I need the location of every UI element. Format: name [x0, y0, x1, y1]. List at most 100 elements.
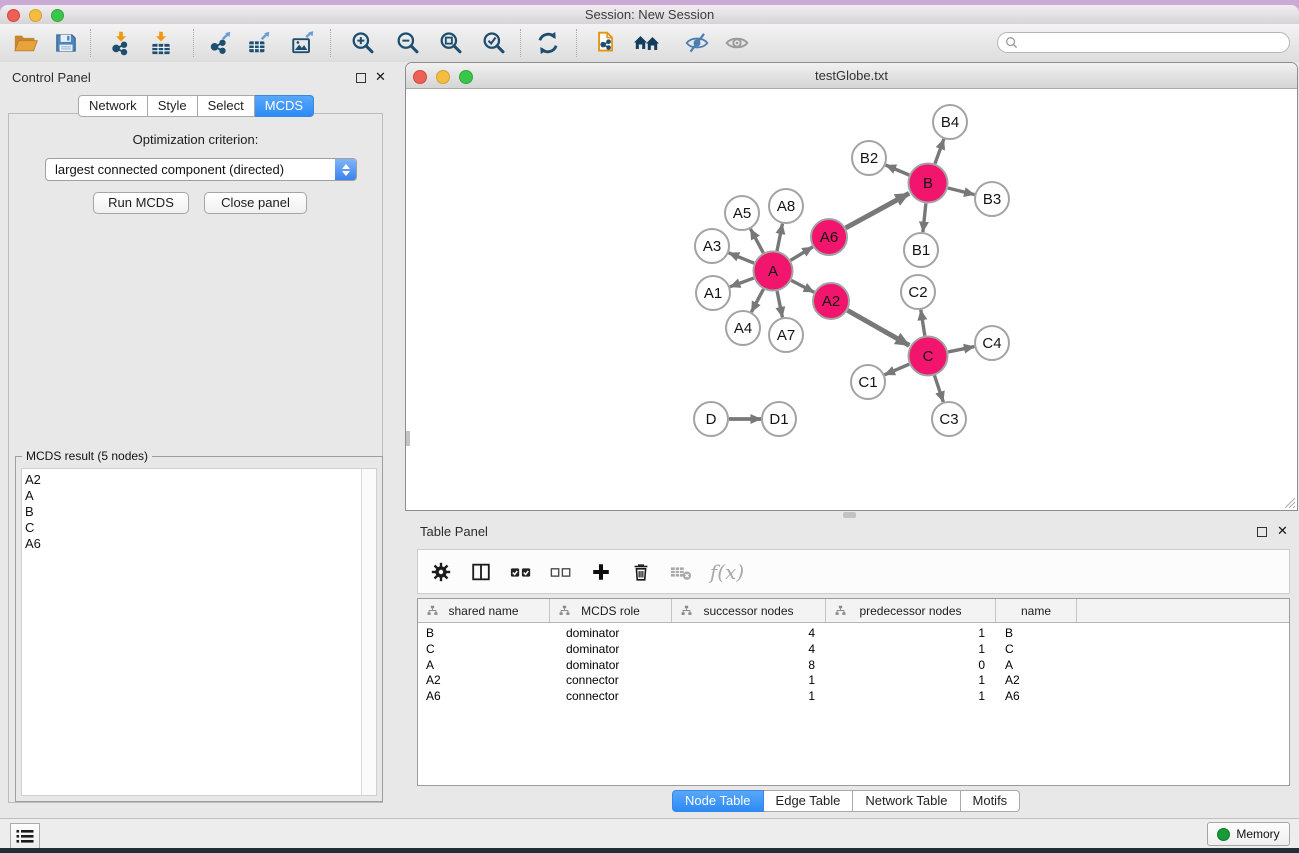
select-columns-button[interactable]	[468, 557, 494, 587]
zoom-fit-button[interactable]	[434, 26, 468, 60]
graph-edge-A6-B[interactable]	[846, 193, 909, 228]
graph-edge-B-B2[interactable]	[886, 165, 910, 175]
table-row-a2[interactable]: A2connector11A2	[418, 673, 1289, 689]
graph-edge-C-C1[interactable]	[885, 364, 910, 375]
cell[interactable]: 4	[672, 642, 826, 658]
column-header-predecessor-nodes[interactable]: predecessor nodes	[826, 599, 996, 622]
cell[interactable]: 1	[672, 689, 826, 705]
cell[interactable]: A6	[996, 689, 1077, 705]
cell[interactable]: A2	[996, 673, 1077, 689]
cell[interactable]: 8	[672, 658, 826, 674]
column-header-shared-name[interactable]: shared name	[418, 599, 550, 622]
graph-edge-A-A1[interactable]	[730, 278, 754, 287]
graph-edge-B-B1[interactable]	[923, 203, 926, 232]
table-row-c[interactable]: Cdominator41C	[418, 642, 1289, 658]
graph-edge-A-A2[interactable]	[791, 280, 814, 292]
cell[interactable]: 1	[672, 673, 826, 689]
cell[interactable]: 1	[826, 642, 996, 658]
column-header-successor-nodes[interactable]: successor nodes	[672, 599, 826, 622]
tab-network[interactable]: Network	[78, 95, 148, 117]
first-neighbors-button[interactable]	[630, 26, 664, 60]
graph-edge-C-C3[interactable]	[934, 375, 943, 401]
optimization-criterion-select[interactable]: largest connected component (directed)	[45, 158, 357, 181]
network-window-titlebar[interactable]: testGlobe.txt	[406, 63, 1297, 89]
column-header-name[interactable]: name	[996, 599, 1077, 622]
function-builder-button[interactable]: f(x)	[708, 557, 746, 587]
zoom-out-button[interactable]	[391, 26, 425, 60]
cell[interactable]: C	[418, 642, 550, 658]
export-image-button[interactable]	[286, 26, 320, 60]
cell[interactable]: dominator	[550, 658, 672, 674]
resize-grip-icon[interactable]	[1282, 495, 1296, 509]
run-mcds-button[interactable]: Run MCDS	[93, 192, 189, 214]
cell[interactable]: B	[418, 626, 550, 642]
graph-edge-A-A3[interactable]	[729, 253, 754, 263]
tab-style[interactable]: Style	[148, 95, 198, 117]
mcds-result-item-c[interactable]: C	[22, 520, 376, 536]
cell[interactable]: dominator	[550, 626, 672, 642]
table-settings-button[interactable]	[428, 557, 454, 587]
cell[interactable]: connector	[550, 689, 672, 705]
cell[interactable]: A	[418, 658, 550, 674]
cell[interactable]: A6	[418, 689, 550, 705]
open-session-button[interactable]	[8, 26, 42, 60]
table-row-a6[interactable]: A6connector11A6	[418, 689, 1289, 705]
table-tab-network-table[interactable]: Network Table	[853, 790, 960, 812]
cell[interactable]: 1	[826, 673, 996, 689]
import-table-button[interactable]	[144, 26, 178, 60]
close-panel-button[interactable]: Close panel	[204, 192, 307, 214]
cell[interactable]: A2	[418, 673, 550, 689]
graph-edge-B-B4[interactable]	[935, 139, 944, 164]
deselect-all-rows-button[interactable]	[548, 557, 574, 587]
delete-table-button[interactable]	[668, 557, 694, 587]
tab-mcds[interactable]: MCDS	[255, 95, 314, 117]
export-table-button[interactable]	[242, 26, 276, 60]
export-network-button[interactable]	[203, 26, 237, 60]
vertical-scrollbar-thumb[interactable]	[406, 431, 410, 446]
mcds-result-item-a2[interactable]: A2	[22, 472, 376, 488]
zoom-in-button[interactable]	[346, 26, 380, 60]
graph-edge-A2-C[interactable]	[848, 310, 910, 345]
graph-edge-B-B3[interactable]	[948, 188, 975, 195]
cell[interactable]: C	[996, 642, 1077, 658]
task-history-button[interactable]	[10, 823, 40, 848]
select-all-rows-button[interactable]	[508, 557, 534, 587]
cell[interactable]: 1	[826, 689, 996, 705]
mcds-result-item-a6[interactable]: A6	[22, 536, 376, 552]
new-network-from-selection-button[interactable]	[588, 26, 622, 60]
search-input[interactable]	[997, 32, 1290, 53]
graph-edge-A-A8[interactable]	[777, 224, 782, 251]
show-hide-graphics-details-button[interactable]	[680, 26, 714, 60]
graph-edge-A-A6[interactable]	[791, 247, 813, 261]
cell[interactable]: 1	[826, 626, 996, 642]
zoom-selected-button[interactable]	[477, 26, 511, 60]
table-row-a[interactable]: Adominator80A	[418, 658, 1289, 674]
import-network-button[interactable]	[104, 26, 138, 60]
tab-select[interactable]: Select	[198, 95, 255, 117]
table-tab-node-table[interactable]: Node Table	[672, 790, 764, 812]
float-table-panel-icon[interactable]	[1257, 527, 1267, 537]
float-panel-icon[interactable]	[356, 73, 366, 83]
cell[interactable]: A	[996, 658, 1077, 674]
result-scrollbar[interactable]	[361, 469, 376, 795]
cell[interactable]: dominator	[550, 642, 672, 658]
close-panel-icon[interactable]: ✕	[375, 72, 386, 82]
mcds-result-list[interactable]: A2ABCA6	[21, 468, 377, 796]
network-canvas[interactable]: B4B2BB3A5A8A6A3B1AC2A1A2A4A7C4CC1C3DD1	[406, 89, 1297, 510]
cell[interactable]: 4	[672, 626, 826, 642]
cell[interactable]: B	[996, 626, 1077, 642]
mcds-result-item-a[interactable]: A	[22, 488, 376, 504]
close-table-panel-icon[interactable]: ✕	[1277, 526, 1288, 536]
table-tab-motifs[interactable]: Motifs	[961, 790, 1021, 812]
toggle-bird-eye-view-button[interactable]	[720, 26, 754, 60]
graph-edge-C-C2[interactable]	[921, 310, 925, 336]
graph-edge-C-C4[interactable]	[948, 347, 974, 352]
save-session-button[interactable]	[49, 26, 83, 60]
memory-button[interactable]: Memory	[1207, 822, 1290, 846]
graph-edge-A-A7[interactable]	[777, 291, 782, 317]
column-header-mcds-role[interactable]: MCDS role	[550, 599, 672, 622]
cell[interactable]: 0	[826, 658, 996, 674]
graph-edge-A-A4[interactable]	[751, 289, 763, 312]
apply-layout-button[interactable]	[531, 26, 565, 60]
table-tab-edge-table[interactable]: Edge Table	[764, 790, 854, 812]
